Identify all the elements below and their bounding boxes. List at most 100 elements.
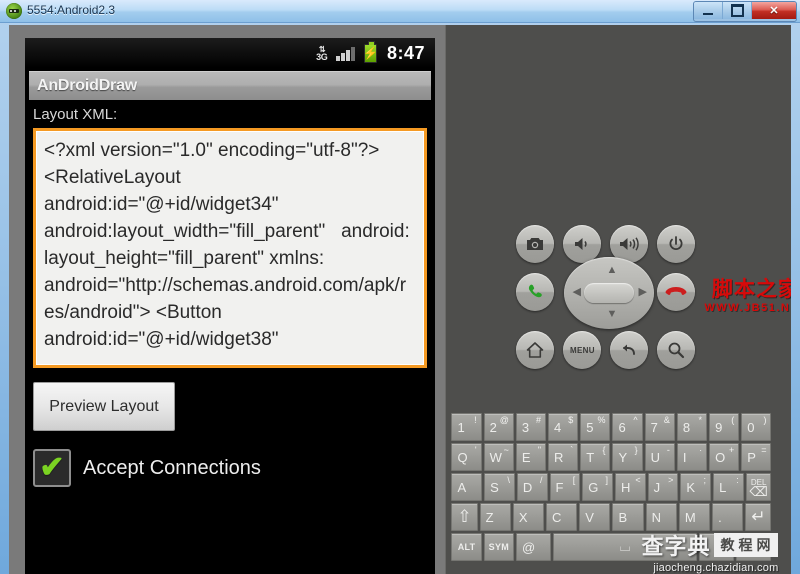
key-z[interactable]: Z xyxy=(479,503,511,531)
key-h[interactable]: H < xyxy=(614,473,646,501)
key-u[interactable]: U- xyxy=(644,443,675,471)
accept-connections-checkbox[interactable]: ✔ xyxy=(33,449,71,487)
key-alt[interactable]: ALT xyxy=(451,533,482,561)
dpad-down-icon[interactable]: ▼ xyxy=(606,309,617,320)
key-label: G xyxy=(588,479,599,495)
back-arrow-icon xyxy=(623,344,636,355)
accept-connections-label: Accept Connections xyxy=(83,456,261,479)
key-l[interactable]: L: xyxy=(713,473,744,501)
key-c[interactable]: C xyxy=(546,503,578,531)
key-label: Z xyxy=(485,509,494,525)
key-.[interactable]: . xyxy=(712,503,744,531)
key-delete[interactable]: DEL ⌫ xyxy=(745,473,772,501)
dpad-center-button[interactable] xyxy=(584,283,635,303)
key-alt-label: @ xyxy=(499,415,509,425)
key-alt-label: ) xyxy=(763,415,767,425)
preview-layout-button[interactable]: Preview Layout xyxy=(33,382,175,431)
window-title: 5554:Android2.3 xyxy=(27,3,116,17)
key-label: 6 xyxy=(618,419,626,435)
key-sym[interactable]: SYM xyxy=(483,533,515,561)
maximize-button[interactable] xyxy=(723,2,752,19)
key-label: 9 xyxy=(715,419,723,435)
key-k[interactable]: K; xyxy=(680,473,712,501)
phone-red-icon xyxy=(666,287,687,295)
key-r[interactable]: R ` xyxy=(548,443,579,471)
key-9[interactable]: 9( xyxy=(709,413,740,441)
close-button[interactable]: ✕ xyxy=(752,2,796,19)
app-title: AnDroidDraw xyxy=(37,77,138,94)
key-a[interactable]: A xyxy=(451,473,483,501)
key-alt-label: · xyxy=(699,445,703,455)
dpad-left-icon[interactable]: ◀ xyxy=(572,287,580,298)
key-alt-label: ! xyxy=(474,415,477,425)
camera-button[interactable] xyxy=(516,225,555,263)
key-i[interactable]: I · xyxy=(676,443,708,471)
end-call-button[interactable] xyxy=(657,273,696,311)
key-label: X xyxy=(518,509,528,525)
key-v[interactable]: V xyxy=(579,503,611,531)
key-n[interactable]: N xyxy=(645,503,677,531)
key-label: Q xyxy=(457,449,468,465)
android-robot-icon xyxy=(6,3,22,19)
key-@[interactable]: @ xyxy=(516,533,552,561)
key-o[interactable]: O + xyxy=(709,443,740,471)
dpad-up-icon[interactable]: ▲ xyxy=(606,265,617,276)
key-3[interactable]: 3 # xyxy=(515,413,547,441)
key-m[interactable]: M xyxy=(678,503,711,531)
emulator-keyboard[interactable]: 1! 2 @3 #4 $5% 6 ^ 7 & 8 * 9(0) Q ' W ~ E " R ` T{Y} U - I · O + P =… xyxy=(451,413,772,561)
key-5[interactable]: 5% xyxy=(580,413,611,441)
key-space[interactable]: ⌴ xyxy=(553,533,697,561)
search-button[interactable] xyxy=(657,331,696,369)
layout-xml-input[interactable]: <?xml version="1.0" encoding="utf-8"?> <… xyxy=(33,128,427,368)
key-shift[interactable]: ⇧ xyxy=(451,503,478,531)
key-1[interactable]: 1! xyxy=(451,413,482,441)
home-button[interactable] xyxy=(516,331,555,369)
dpad-right-icon[interactable]: ▶ xyxy=(638,287,646,298)
key-b[interactable]: B xyxy=(612,503,644,531)
key-y[interactable]: Y} xyxy=(612,443,643,471)
key-label: 2 xyxy=(489,419,497,435)
key-d[interactable]: D / xyxy=(516,473,548,501)
key-label: U xyxy=(650,449,661,465)
accept-connections-row[interactable]: ✔ Accept Connections xyxy=(33,449,435,487)
battery-charging-icon: ⚡ xyxy=(363,40,378,63)
key-e[interactable]: E " xyxy=(515,443,547,471)
key-q[interactable]: Q ' xyxy=(451,443,482,471)
key-f[interactable]: F[ xyxy=(549,473,581,501)
key-6[interactable]: 6 ^ xyxy=(612,413,643,441)
volume-down-button[interactable] xyxy=(563,225,602,263)
key-7[interactable]: 7 & xyxy=(644,413,675,441)
key-enter[interactable]: ↵ xyxy=(745,503,772,531)
key-x[interactable]: X xyxy=(512,503,545,531)
key-alt-label: " xyxy=(537,445,542,455)
power-button[interactable] xyxy=(657,225,696,263)
key-g[interactable]: G] xyxy=(582,473,613,501)
key-t[interactable]: T{ xyxy=(580,443,611,471)
key-w[interactable]: W ~ xyxy=(483,443,514,471)
key-8[interactable]: 8 * xyxy=(676,413,708,441)
key-label: W xyxy=(489,449,502,465)
key-alt-label: + xyxy=(729,445,735,455)
key-0[interactable]: 0) xyxy=(741,413,772,441)
minimize-button[interactable] xyxy=(694,2,723,19)
key-p[interactable]: P = xyxy=(741,443,772,471)
key-2[interactable]: 2 @ xyxy=(483,413,514,441)
call-button[interactable] xyxy=(516,273,555,311)
menu-button[interactable]: MENU xyxy=(563,331,602,369)
android-status-bar: ⇅ 3G ⚡ 8:47 xyxy=(25,38,435,68)
key-alt-label: $ xyxy=(568,415,574,425)
key-label: V xyxy=(585,509,594,525)
key-4[interactable]: 4 $ xyxy=(548,413,579,441)
key-blank[interactable] xyxy=(698,533,735,561)
key-j[interactable]: J > xyxy=(647,473,679,501)
key-label: I xyxy=(682,449,687,465)
keyboard-row: 1! 2 @3 #4 $5% 6 ^ 7 & 8 * 9(0) xyxy=(451,413,772,441)
network-label: 3G xyxy=(316,52,328,62)
key-s[interactable]: S \ xyxy=(484,473,515,501)
key-label: R xyxy=(554,449,564,465)
keyboard-row: Q ' W ~ E " R ` T{Y} U - I · O + P = xyxy=(451,443,772,471)
dpad[interactable]: ▲ ▼ ◀ ▶ xyxy=(564,257,655,329)
back-button[interactable] xyxy=(610,331,649,369)
key-label: 1 xyxy=(457,419,465,435)
key-blank[interactable] xyxy=(736,533,772,561)
